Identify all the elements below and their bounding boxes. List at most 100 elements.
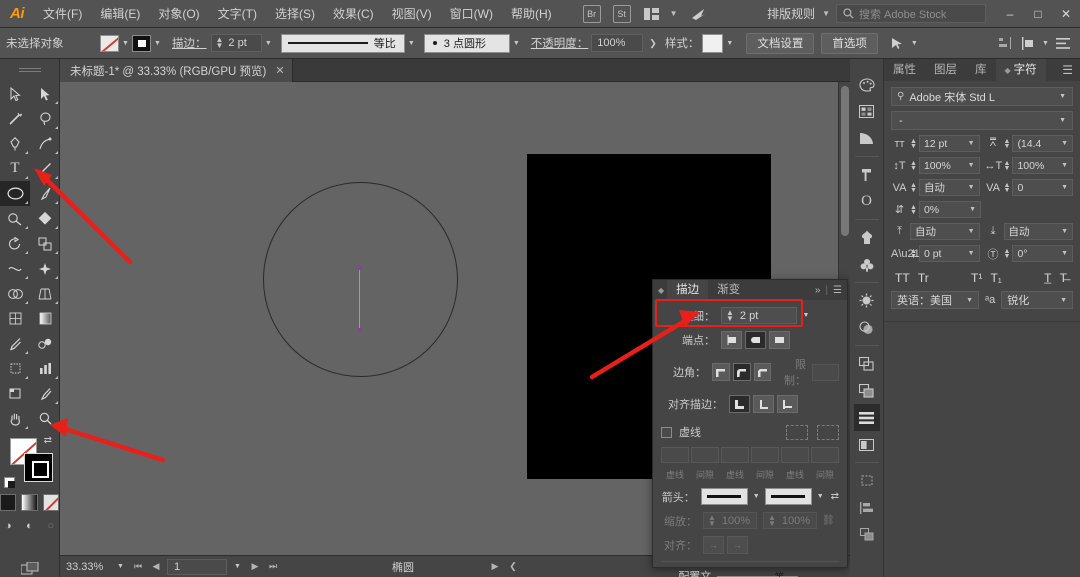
bevel-join-button[interactable] [753, 363, 772, 381]
eraser-tool[interactable] [30, 206, 60, 231]
brush-definition-select[interactable]: 3 点圆形 [423, 33, 510, 53]
close-button[interactable]: ✕ [1052, 0, 1080, 28]
all-caps-button[interactable]: TT [895, 271, 910, 285]
stock-search-input[interactable]: 搜索 Adobe Stock [836, 4, 986, 23]
paragraph-panel-icon[interactable] [854, 161, 880, 188]
hand-tool[interactable] [0, 406, 30, 431]
pen-tool[interactable] [0, 131, 30, 156]
document-tab[interactable]: 未标题-1* @ 33.33% (RGB/GPU 预览) ✕ [60, 59, 293, 82]
last-page-button[interactable]: ⏭ [266, 561, 280, 572]
column-graph-tool[interactable] [30, 356, 60, 381]
artboard-tool[interactable] [0, 381, 30, 406]
properties-panel-icon[interactable] [853, 404, 880, 431]
tab-stroke[interactable]: 描边 [667, 280, 709, 300]
superscript-button[interactable]: T¹ [971, 271, 982, 285]
projecting-cap-button[interactable] [769, 331, 790, 349]
zoom-dropdown-icon[interactable]: ▼ [114, 558, 127, 575]
document-setup-button[interactable]: 文档设置 [746, 32, 815, 54]
horizontal-scale-stepper[interactable]: ▲ ▼ [1004, 160, 1011, 172]
transparency-panel-icon[interactable] [854, 314, 880, 341]
menu-effect[interactable]: 效果(C) [324, 0, 383, 28]
brush-dropdown-icon[interactable]: ▼ [510, 35, 523, 52]
character-rotation-field[interactable]: 0° ▼ [1012, 245, 1073, 262]
panel-grip-icon[interactable]: ◆ [653, 286, 667, 295]
antialias-select[interactable]: 锐化 ▼ [1001, 291, 1073, 309]
tracking-stepper[interactable]: ▲ ▼ [1004, 182, 1011, 194]
prev-page-button[interactable]: ◀ [149, 561, 163, 572]
pathfinder-panel-icon[interactable] [854, 350, 880, 377]
swatches-panel-icon[interactable] [854, 98, 880, 125]
tab-libraries[interactable]: 库 [966, 59, 996, 81]
color-panel-icon[interactable] [854, 71, 880, 98]
scrollbar-thumb[interactable] [841, 86, 849, 236]
line-segment-tool[interactable] [30, 156, 60, 181]
shape-builder-tool[interactable] [0, 281, 30, 306]
tab-gradient[interactable]: 渐变 [708, 280, 749, 300]
stroke-weight-stepper[interactable]: ▲ ▼ [212, 36, 227, 50]
symbols-panel-icon[interactable] [854, 251, 880, 278]
dash-input-3[interactable] [781, 447, 809, 463]
minimize-button[interactable]: – [996, 0, 1024, 28]
style-dropdown-icon[interactable]: ▼ [723, 35, 736, 52]
lasso-tool[interactable] [30, 106, 60, 131]
baseline-shift-stepper[interactable]: ▲ ▼ [910, 248, 917, 260]
collapse-panel-icon[interactable]: » [815, 285, 821, 296]
language-select[interactable]: 英语：美国 ▼ [891, 291, 980, 309]
default-fill-stroke-icon[interactable] [4, 477, 15, 488]
blend-tool[interactable] [30, 331, 60, 356]
none-swatch-button[interactable] [42, 494, 59, 511]
stock-icon[interactable]: St [609, 3, 635, 25]
swap-arrowheads-icon[interactable]: ⇄ [831, 491, 839, 502]
page-number-field[interactable]: 1 [167, 558, 227, 575]
round-cap-button[interactable] [745, 331, 766, 349]
menu-edit[interactable]: 编辑(E) [91, 0, 149, 28]
magic-wand-tool[interactable] [0, 106, 30, 131]
layers-panel-icon[interactable] [854, 377, 880, 404]
gradient-tool[interactable] [30, 306, 60, 331]
vertical-shift-stepper[interactable]: ▲ ▼ [910, 204, 917, 216]
dash-input-1[interactable] [661, 447, 689, 463]
tab-character[interactable]: ◆ 字符 [995, 59, 1046, 81]
small-caps-button[interactable]: Tr [918, 271, 929, 285]
arrowhead-end-select[interactable] [764, 488, 812, 505]
stroke-dropdown-icon[interactable]: ▼ [151, 35, 164, 52]
opacity-label[interactable]: 不透明度： [531, 35, 589, 51]
paintbrush-tool[interactable] [30, 181, 60, 206]
gap-input-3[interactable] [811, 447, 839, 463]
select-similar-icon[interactable] [886, 32, 908, 54]
round-join-button[interactable] [732, 363, 751, 381]
weight-field[interactable]: ▲ ▼ 2 pt [721, 307, 797, 324]
vertical-shift-field[interactable]: 0% ▼ [918, 201, 981, 218]
dash-align-ends-button[interactable] [817, 424, 839, 440]
close-icon[interactable]: ✕ [275, 64, 284, 77]
font-size-field[interactable]: 12 pt ▼ [918, 135, 980, 152]
kerning-stepper[interactable]: ▲ ▼ [910, 182, 917, 194]
ellipse-outline[interactable] [263, 182, 458, 377]
eyedropper-tool[interactable] [0, 331, 30, 356]
swap-fill-stroke-icon[interactable]: ⇄ [44, 435, 52, 446]
gap-input-1[interactable] [691, 447, 719, 463]
tools-panel-grip[interactable] [0, 59, 60, 77]
stroke-weight-dropdown-icon[interactable]: ▼ [262, 35, 275, 52]
zoom-level-value[interactable]: 33.33% [66, 561, 110, 573]
menu-view[interactable]: 视图(V) [383, 0, 441, 28]
change-screen-mode-icon[interactable] [20, 560, 39, 577]
baseline-shift-field[interactable]: 0 pt ▼ [918, 245, 980, 262]
link-arrow-scales-icon[interactable]: ⛓ [822, 515, 835, 526]
place-arrow-at-end-button[interactable]: → [727, 536, 748, 554]
arrowhead-start-select[interactable] [700, 488, 748, 505]
graphic-style-swatch[interactable] [702, 33, 724, 53]
arrow-scale-stepper-1[interactable]: ▲ ▼ [704, 513, 719, 527]
align-center-button[interactable] [729, 395, 750, 413]
menu-select[interactable]: 选择(S) [266, 0, 324, 28]
stroke-profile-dropdown-icon[interactable]: ▼ [405, 35, 418, 52]
curvature-tool[interactable] [30, 131, 60, 156]
leading-field[interactable]: (14.4 ▼ [1012, 135, 1073, 152]
tracking-field[interactable]: 0 ▼ [1012, 179, 1073, 196]
subscript-button[interactable]: T₁ [990, 271, 1001, 285]
rotate-tool[interactable] [0, 231, 30, 256]
font-size-stepper[interactable]: ▲ ▼ [910, 138, 917, 150]
list-icon[interactable] [1052, 32, 1074, 54]
align-icon[interactable] [995, 32, 1017, 54]
next-page-button[interactable]: ▶ [248, 561, 262, 572]
